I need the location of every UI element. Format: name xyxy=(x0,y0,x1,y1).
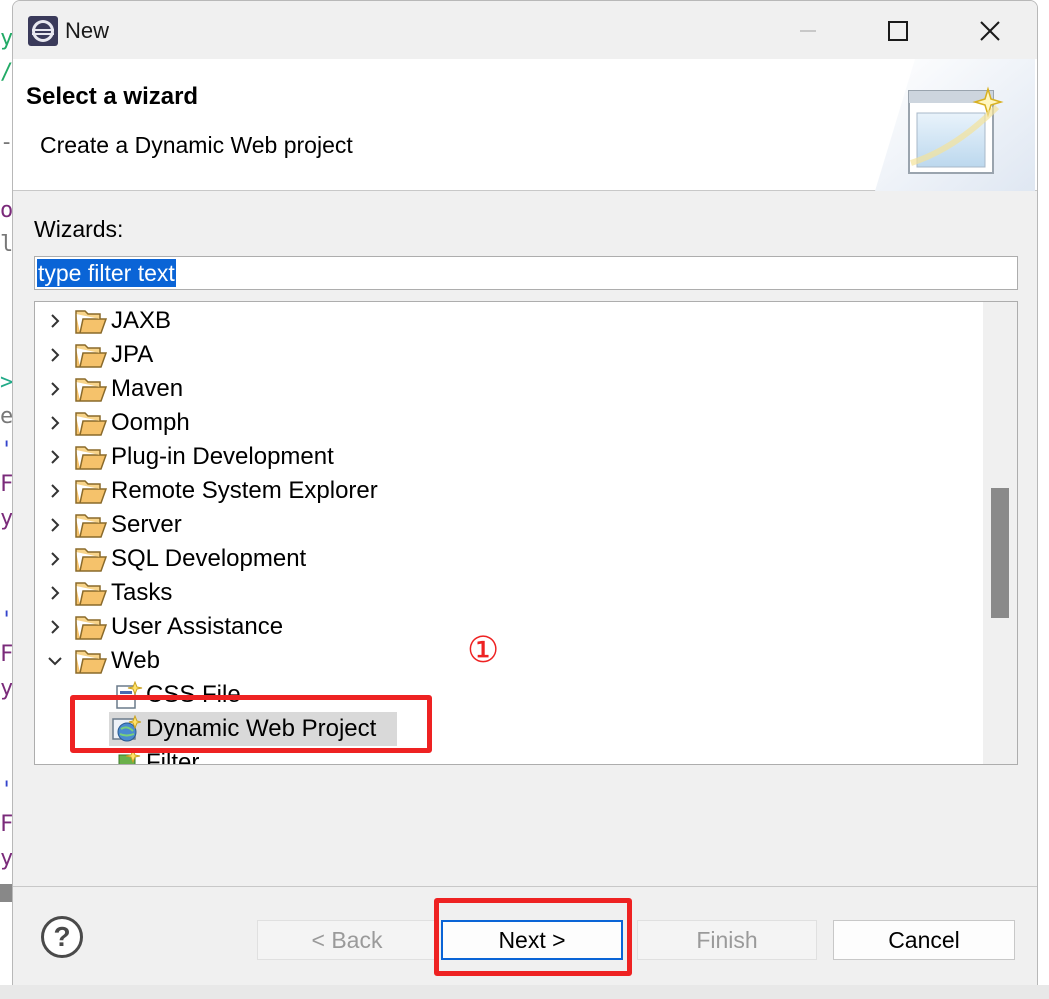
tree-item-user-assistance[interactable]: User Assistance xyxy=(35,610,983,644)
tree-item-plug-in-development[interactable]: Plug-in Development xyxy=(35,440,983,474)
tree-item-label: Server xyxy=(111,511,182,538)
folder-icon xyxy=(75,378,107,402)
title-bar: New xyxy=(13,1,1037,59)
folder-icon xyxy=(75,412,107,436)
chevron-down-icon[interactable] xyxy=(47,653,63,669)
tree-item-label: JAXB xyxy=(111,307,172,334)
tree-item-tasks[interactable]: Tasks xyxy=(35,576,983,610)
folder-icon xyxy=(75,446,107,470)
tree-item-label: Oomph xyxy=(111,409,190,436)
chevron-right-icon[interactable] xyxy=(47,347,63,363)
maximize-icon xyxy=(888,21,908,41)
folder-icon xyxy=(75,310,107,334)
tree-item-label: Plug-in Development xyxy=(111,443,334,470)
wizard-banner-icon xyxy=(875,59,1035,191)
back-button[interactable]: < Back xyxy=(257,920,437,960)
wizards-label: Wizards: xyxy=(34,216,124,242)
tree-item-maven[interactable]: Maven xyxy=(35,372,983,406)
chevron-right-icon[interactable] xyxy=(47,415,63,431)
scrollbar-thumb[interactable] xyxy=(991,488,1009,618)
chevron-right-icon[interactable] xyxy=(47,313,63,329)
folder-icon xyxy=(75,514,107,538)
window-title: New xyxy=(65,18,110,43)
tree-scrollbar[interactable] xyxy=(983,302,1017,764)
footer-divider xyxy=(13,886,1037,887)
annotation-marker: ① xyxy=(467,630,500,671)
taskbar-strip xyxy=(0,985,1049,999)
maximize-button[interactable] xyxy=(875,9,921,53)
tree-item-label: User Assistance xyxy=(111,613,284,640)
chevron-right-icon[interactable] xyxy=(47,381,63,397)
tree-item-oomph[interactable]: Oomph xyxy=(35,406,983,440)
page-description: Create a Dynamic Web project xyxy=(40,132,353,158)
folder-icon xyxy=(75,344,107,368)
chevron-right-icon[interactable] xyxy=(47,619,63,635)
folder-icon xyxy=(75,548,107,572)
chevron-right-icon[interactable] xyxy=(47,483,63,499)
tree-item-label: Tasks xyxy=(111,579,173,606)
eclipse-app-icon xyxy=(28,16,58,46)
finish-button[interactable]: Finish xyxy=(637,920,817,960)
tree-item-web[interactable]: Web xyxy=(35,644,983,678)
tree-item-label: Remote System Explorer xyxy=(111,477,378,504)
tree-item-label: Web xyxy=(111,647,160,674)
annotation-box-dynamic-web-project xyxy=(70,695,432,753)
help-button[interactable]: ? xyxy=(41,916,83,958)
tree-item-sql-development[interactable]: SQL Development xyxy=(35,542,983,576)
new-wizard-dialog: New Select a wizard Create a Dynamic Web… xyxy=(12,0,1038,999)
help-icon: ? xyxy=(53,921,71,952)
minimize-button[interactable] xyxy=(785,9,831,53)
tree-item-server[interactable]: Server xyxy=(35,508,983,542)
folder-icon xyxy=(75,616,107,640)
tree-item-label: JPA xyxy=(111,341,154,368)
cancel-button[interactable]: Cancel xyxy=(833,920,1015,960)
close-button[interactable] xyxy=(967,9,1013,53)
chevron-right-icon[interactable] xyxy=(47,449,63,465)
wizard-header: Select a wizard Create a Dynamic Web pro… xyxy=(13,59,1037,191)
filter-input[interactable]: type filter text xyxy=(34,256,1018,290)
open-folder-icon xyxy=(75,650,107,674)
filter-text: type filter text xyxy=(37,259,176,287)
tree-item-remote-system-explorer[interactable]: Remote System Explorer xyxy=(35,474,983,508)
page-title: Select a wizard xyxy=(26,83,199,110)
chevron-right-icon[interactable] xyxy=(47,517,63,533)
folder-icon xyxy=(75,480,107,504)
tree-item-jaxb[interactable]: JAXB xyxy=(35,304,983,338)
tree-item-label: Maven xyxy=(111,375,184,402)
minimize-icon xyxy=(800,30,816,32)
tree-item-label: SQL Development xyxy=(111,545,307,572)
folder-icon xyxy=(75,582,107,606)
chevron-right-icon[interactable] xyxy=(47,585,63,601)
chevron-right-icon[interactable] xyxy=(47,551,63,567)
close-icon xyxy=(980,21,1000,41)
tree-item-jpa[interactable]: JPA xyxy=(35,338,983,372)
annotation-box-next-button xyxy=(434,898,632,976)
